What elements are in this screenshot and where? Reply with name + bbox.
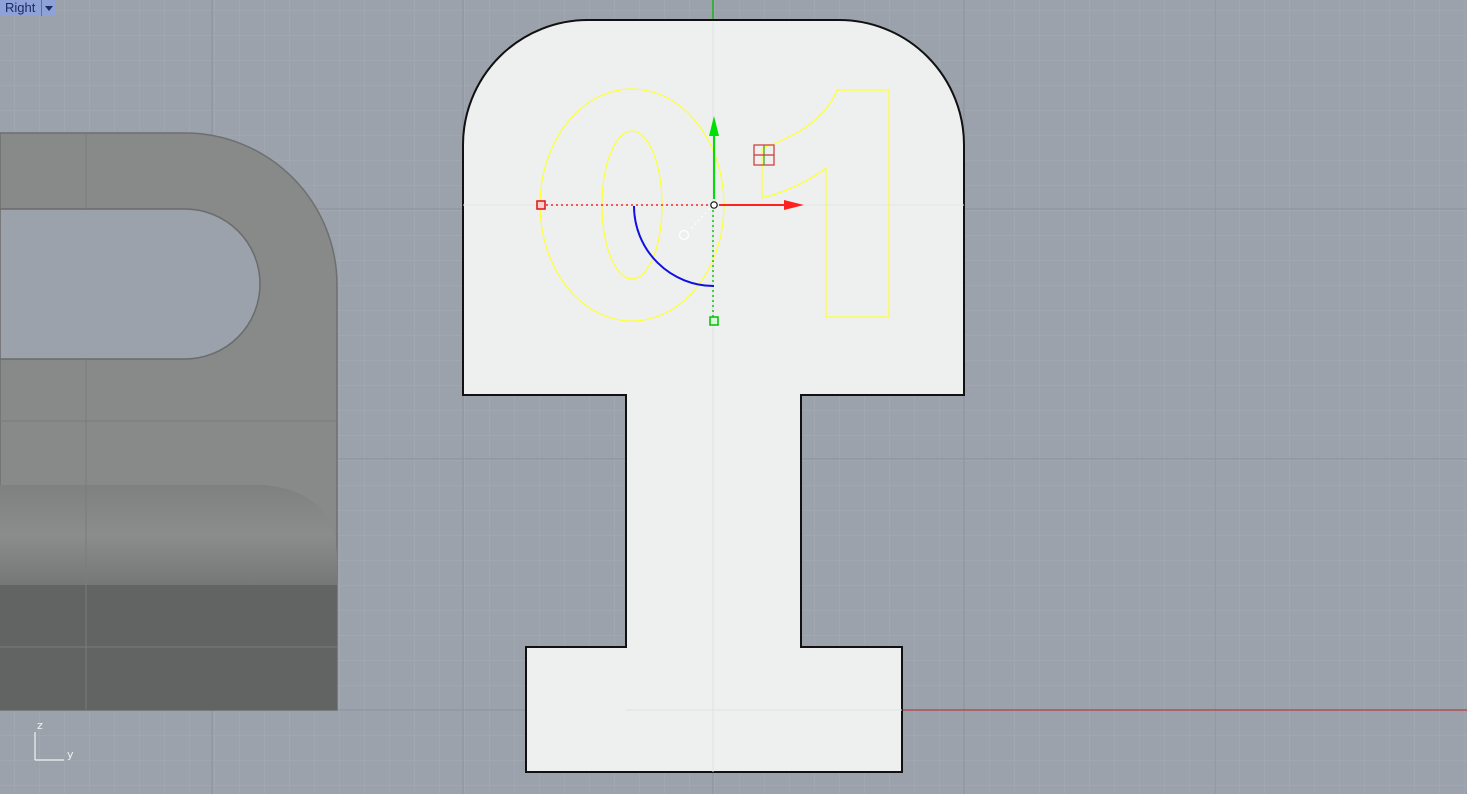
gumball-center-handle[interactable] — [710, 201, 718, 209]
viewport-title-tab[interactable]: Right — [0, 0, 56, 16]
shaded-part-left[interactable] — [0, 132, 338, 711]
shaded-part-slot — [0, 208, 261, 360]
gumball-x-scale-handle[interactable] — [536, 200, 546, 210]
viewport-canvas[interactable] — [0, 0, 1467, 794]
axis-indicator-y-label: y — [67, 748, 74, 761]
viewport-right[interactable]: Right z y — [0, 0, 1467, 794]
axis-indicator-z-label: z — [37, 719, 43, 732]
gumball-y-scale-handle[interactable] — [709, 316, 719, 326]
shaded-part-rounded-edge — [0, 485, 337, 585]
chevron-down-icon[interactable] — [41, 0, 56, 16]
viewport-title[interactable]: Right — [0, 0, 42, 16]
